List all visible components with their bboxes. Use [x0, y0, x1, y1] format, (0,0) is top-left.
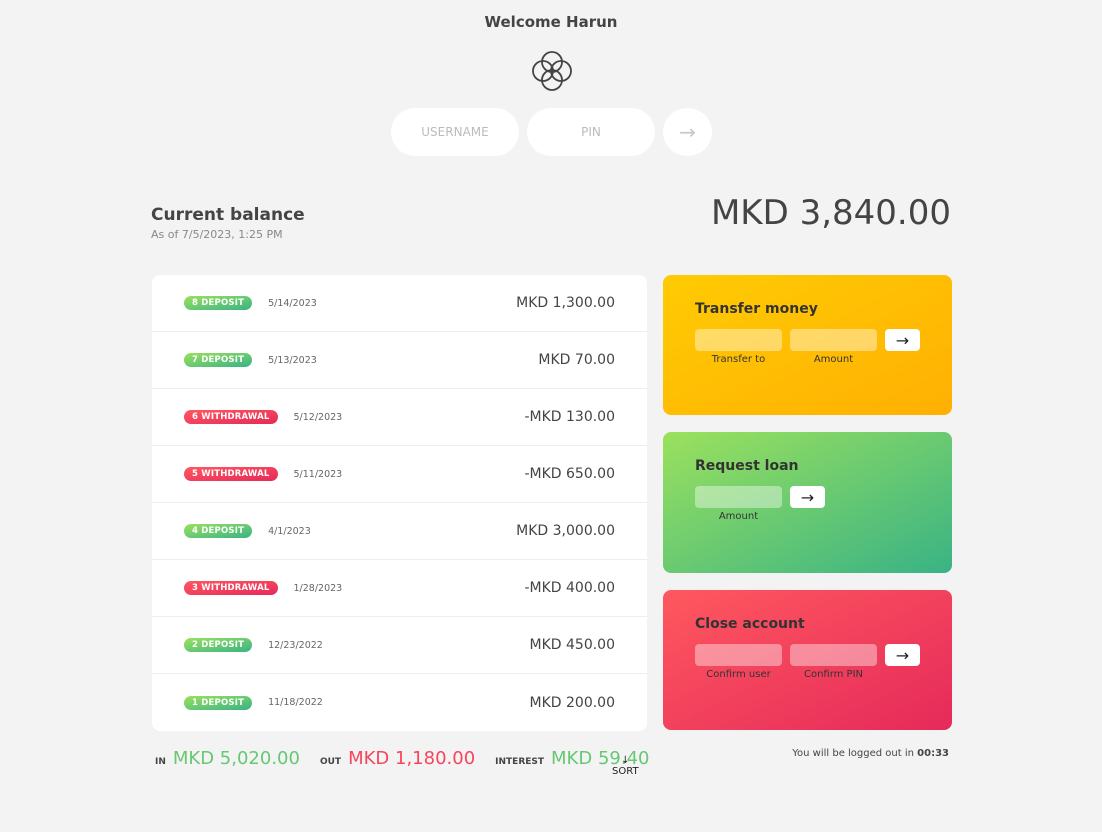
summary-out-value: MKD 1,180.00	[348, 748, 476, 769]
transfer-amount-label: Amount	[813, 354, 854, 365]
logout-countdown: 00:33	[917, 748, 949, 759]
balance-title: Current balance	[151, 205, 305, 225]
transfer-title: Transfer money	[695, 301, 818, 317]
sort-button[interactable]: ↓ SORT	[612, 755, 639, 777]
movement-type-badge: 4 DEPOSIT	[184, 524, 253, 538]
loan-panel: Request loan → Amount	[663, 432, 952, 573]
balance-amount: MKD 3,840.00	[710, 193, 951, 233]
movement-date: 5/12/2023	[293, 411, 343, 423]
logout-text: You will be logged out in	[792, 748, 914, 759]
movement-value: -MKD 130.00	[524, 409, 615, 425]
loan-title: Request loan	[695, 458, 799, 474]
movement-type-badge: 2 DEPOSIT	[184, 638, 253, 652]
movement-row: 5 WITHDRAWAL 5/11/2023 -MKD 650.00	[152, 446, 647, 503]
close-user-input[interactable]	[695, 644, 782, 666]
transfer-submit-button[interactable]: →	[885, 329, 920, 351]
transfer-panel: Transfer money → Transfer to Amount	[663, 275, 952, 415]
movement-type-badge: 1 DEPOSIT	[184, 695, 253, 710]
movement-date: 5/13/2023	[268, 354, 317, 366]
close-pin-label: Confirm PIN	[803, 669, 864, 680]
movement-value: MKD 200.00	[529, 694, 615, 711]
close-title: Close account	[695, 616, 805, 632]
transfer-amount-input[interactable]	[790, 329, 877, 351]
movements-list: 8 DEPOSIT 5/14/2023 MKD 1,300.00 7 DEPOSIT 5…	[152, 275, 647, 731]
balance-date: As of 7/5/2023, 1:25 PM	[151, 228, 283, 241]
loan-amount-label: Amount	[718, 511, 759, 522]
username-input[interactable]	[391, 108, 519, 156]
movement-row: 7 DEPOSIT 5/13/2023 MKD 70.00	[152, 332, 647, 389]
close-submit-button[interactable]: →	[885, 644, 920, 666]
summary-in-value: MKD 5,020.00	[172, 748, 300, 769]
movement-value: -MKD 400.00	[524, 580, 615, 596]
movement-value: MKD 70.00	[538, 352, 615, 368]
welcome-message: Welcome Harun	[484, 13, 618, 31]
close-pin-input[interactable]	[790, 644, 877, 666]
summary: IN MKD 5,020.00 OUT MKD 1,180.00 INTERES…	[155, 748, 669, 769]
balance-date-value: 7/5/2023, 1:25 PM	[181, 228, 283, 241]
movement-value: MKD 1,300.00	[516, 295, 615, 311]
movement-row: 2 DEPOSIT 12/23/2022 MKD 450.00	[152, 617, 647, 674]
movement-row: 6 WITHDRAWAL 5/12/2023 -MKD 130.00	[152, 389, 647, 446]
movement-date: 5/14/2023	[268, 297, 317, 309]
movement-type-badge: 5 WITHDRAWAL	[184, 467, 278, 481]
sort-arrow-icon: ↓	[621, 755, 630, 766]
transfer-to-input[interactable]	[695, 329, 782, 351]
pin-input[interactable]	[527, 108, 655, 156]
close-user-label: Confirm user	[706, 669, 771, 680]
movement-date: 5/11/2023	[293, 468, 343, 480]
movement-date: 11/18/2022	[268, 697, 323, 708]
movement-row: 8 DEPOSIT 5/14/2023 MKD 1,300.00	[152, 275, 647, 332]
movement-date: 4/1/2023	[268, 525, 311, 537]
summary-interest-label: INTEREST	[495, 757, 545, 767]
movement-date: 12/23/2022	[268, 639, 323, 651]
logout-timer: You will be logged out in 00:33	[792, 748, 949, 759]
movement-value: -MKD 650.00	[524, 466, 615, 482]
sort-label: SORT	[612, 766, 639, 777]
movement-value: MKD 450.00	[529, 637, 615, 653]
movement-row: 3 WITHDRAWAL 1/28/2023 -MKD 400.00	[152, 560, 647, 617]
bank-logo-icon	[532, 51, 572, 91]
movement-type-badge: 3 WITHDRAWAL	[184, 581, 278, 595]
movement-row: 4 DEPOSIT 4/1/2023 MKD 3,000.00	[152, 503, 647, 560]
close-account-panel: Close account → Confirm user Confirm PIN	[663, 590, 952, 730]
balance-date-prefix: As of	[151, 228, 179, 241]
movement-type-badge: 7 DEPOSIT	[184, 353, 253, 367]
movement-type-badge: 8 DEPOSIT	[184, 296, 253, 310]
summary-in-label: IN	[155, 757, 166, 767]
loan-submit-button[interactable]: →	[790, 486, 825, 508]
movement-value: MKD 3,000.00	[516, 523, 615, 539]
movement-row: 1 DEPOSIT 11/18/2022 MKD 200.00	[152, 674, 647, 731]
loan-amount-input[interactable]	[695, 486, 782, 508]
transfer-to-label: Transfer to	[711, 354, 766, 365]
movement-type-badge: 6 WITHDRAWAL	[184, 410, 278, 424]
movement-date: 1/28/2023	[293, 582, 343, 594]
summary-out-label: OUT	[319, 757, 342, 767]
login-button[interactable]: →	[663, 108, 712, 156]
